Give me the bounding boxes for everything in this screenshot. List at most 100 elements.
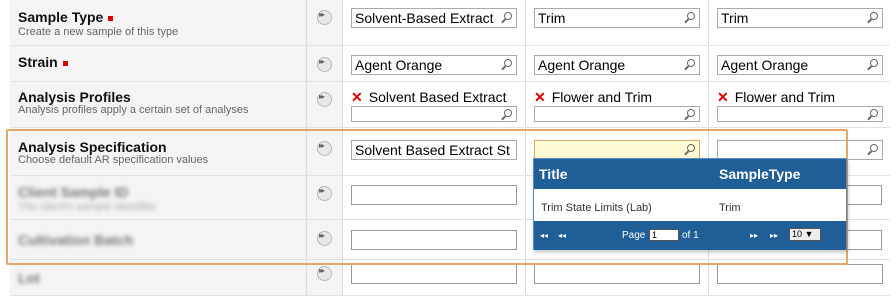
lot-input-1[interactable]	[351, 264, 517, 284]
page-size-select[interactable]: 10 ▼	[789, 228, 821, 241]
column-2-cell: ✕ Flower and Trim	[525, 82, 707, 128]
page-of-label: of 1	[682, 230, 699, 241]
field-title: Sample Type	[18, 9, 114, 25]
profile-chip: ✕ Flower and Trim	[534, 89, 652, 106]
field-title-text: Strain	[18, 54, 58, 70]
column-2-cell: Agent Orange	[525, 46, 707, 82]
field-title: Analysis Profiles	[18, 89, 131, 105]
search-icon[interactable]	[504, 109, 512, 117]
search-icon[interactable]	[687, 59, 695, 67]
profiles-input-1[interactable]	[351, 106, 517, 122]
lot-input-3[interactable]	[717, 264, 883, 284]
profiles-input-2[interactable]	[534, 106, 700, 122]
copy-across-icon[interactable]	[317, 231, 332, 246]
label-cell: Lot	[10, 260, 306, 296]
label-cell: Sample Type Create a new sample of this …	[10, 0, 306, 46]
column-1-cell	[342, 260, 524, 296]
page-number-input[interactable]: 1	[649, 229, 679, 241]
strain-input-2[interactable]: Agent Orange	[534, 55, 700, 75]
column-header-title: Title	[539, 166, 568, 182]
ar-add-form: Sample Type Create a new sample of this …	[0, 0, 896, 296]
copy-cell	[306, 0, 342, 46]
prev-page-icon[interactable]: ◂◂	[558, 231, 566, 240]
profile-chip: ✕ Solvent Based Extract	[351, 89, 506, 106]
column-3-cell: Agent Orange	[708, 46, 890, 82]
sample-type-input-3[interactable]: Trim	[717, 8, 883, 28]
copy-across-icon[interactable]	[317, 141, 332, 156]
copy-across-icon[interactable]	[317, 266, 332, 281]
strain-input-1[interactable]: Agent Orange	[351, 55, 517, 75]
field-title: Client Sample ID	[18, 184, 129, 200]
search-icon[interactable]	[687, 144, 695, 152]
next-page-icon[interactable]: ▸▸	[750, 231, 758, 240]
search-icon[interactable]	[687, 12, 695, 20]
chip-label: Flower and Trim	[551, 89, 653, 105]
remove-icon[interactable]: ✕	[717, 89, 729, 105]
specification-input-2[interactable]	[534, 140, 700, 160]
profile-chip: ✕ Flower and Trim	[717, 89, 835, 106]
row-sample-type: Sample Type Create a new sample of this …	[0, 0, 896, 46]
copy-across-icon[interactable]	[317, 57, 332, 72]
input-value: Solvent-Based Extract	[355, 10, 494, 26]
input-value: Trim	[538, 10, 566, 26]
lot-input-2[interactable]	[534, 264, 700, 284]
field-description: The client's sample identifier	[18, 201, 157, 213]
copy-cell	[306, 128, 342, 176]
copy-across-icon[interactable]	[317, 186, 332, 201]
input-value: Agent Orange	[538, 57, 626, 73]
label-cell: Analysis Profiles Analysis profiles appl…	[10, 82, 306, 128]
field-title-text: Sample Type	[18, 9, 104, 25]
remove-icon[interactable]: ✕	[534, 89, 546, 105]
column-3-cell	[708, 260, 890, 296]
search-icon[interactable]	[504, 59, 512, 67]
column-2-cell: Trim	[525, 0, 707, 46]
column-1-cell: Solvent Based Extract St	[342, 128, 524, 176]
input-value: Agent Orange	[721, 57, 809, 73]
dropdown-result-row[interactable]: Trim State Limits (Lab) Trim	[534, 189, 846, 221]
specification-input-1[interactable]: Solvent Based Extract St	[351, 140, 517, 160]
column-1-cell	[342, 176, 524, 220]
copy-cell	[306, 46, 342, 82]
label-cell: Analysis Specification Choose default AR…	[10, 128, 306, 176]
chip-label: Flower and Trim	[734, 89, 836, 105]
client-sample-id-input-1[interactable]	[351, 185, 517, 205]
column-3-cell: Trim	[708, 0, 890, 46]
column-3-cell: ✕ Flower and Trim	[708, 82, 890, 128]
sample-type-input-1[interactable]: Solvent-Based Extract	[351, 8, 517, 28]
input-value: Agent Orange	[355, 57, 443, 73]
copy-cell	[306, 176, 342, 220]
copy-across-icon[interactable]	[317, 92, 332, 107]
field-description: Analysis profiles apply a certain set of…	[18, 104, 249, 116]
column-1-cell	[342, 220, 524, 260]
label-cell: Cultivation Batch	[10, 220, 306, 260]
column-1-cell: Solvent-Based Extract	[342, 0, 524, 46]
last-page-icon[interactable]: ▸▸	[770, 231, 778, 240]
required-marker	[108, 15, 114, 21]
copy-cell	[306, 260, 342, 296]
sample-type-input-2[interactable]: Trim	[534, 8, 700, 28]
field-title: Strain	[18, 54, 68, 70]
dropdown-pager: ◂◂ ◂◂ Page 1 of 1 ▸▸ ▸▸ 10 ▼	[534, 221, 846, 250]
copy-across-icon[interactable]	[317, 10, 332, 25]
strain-input-3[interactable]: Agent Orange	[717, 55, 883, 75]
first-page-icon[interactable]: ◂◂	[540, 231, 548, 240]
search-icon[interactable]	[870, 109, 878, 117]
field-title: Analysis Specification	[18, 139, 167, 155]
column-2-cell	[525, 260, 707, 296]
search-icon[interactable]	[870, 144, 878, 152]
remove-icon[interactable]: ✕	[351, 89, 363, 105]
specification-dropdown[interactable]: Title SampleType Trim State Limits (Lab)…	[533, 158, 847, 250]
field-title: Cultivation Batch	[18, 232, 134, 248]
specification-input-3[interactable]	[717, 140, 883, 160]
label-cell: Strain	[10, 46, 306, 82]
search-icon[interactable]	[870, 12, 878, 20]
chip-label: Solvent Based Extract	[368, 89, 507, 105]
search-icon[interactable]	[870, 59, 878, 67]
search-icon[interactable]	[687, 109, 695, 117]
profiles-input-3[interactable]	[717, 106, 883, 122]
result-title: Trim State Limits (Lab)	[541, 202, 652, 214]
cultivation-batch-input-1[interactable]	[351, 230, 517, 250]
column-1-cell: Agent Orange	[342, 46, 524, 82]
search-icon[interactable]	[504, 12, 512, 20]
column-header-sampletype: SampleType	[719, 166, 801, 182]
